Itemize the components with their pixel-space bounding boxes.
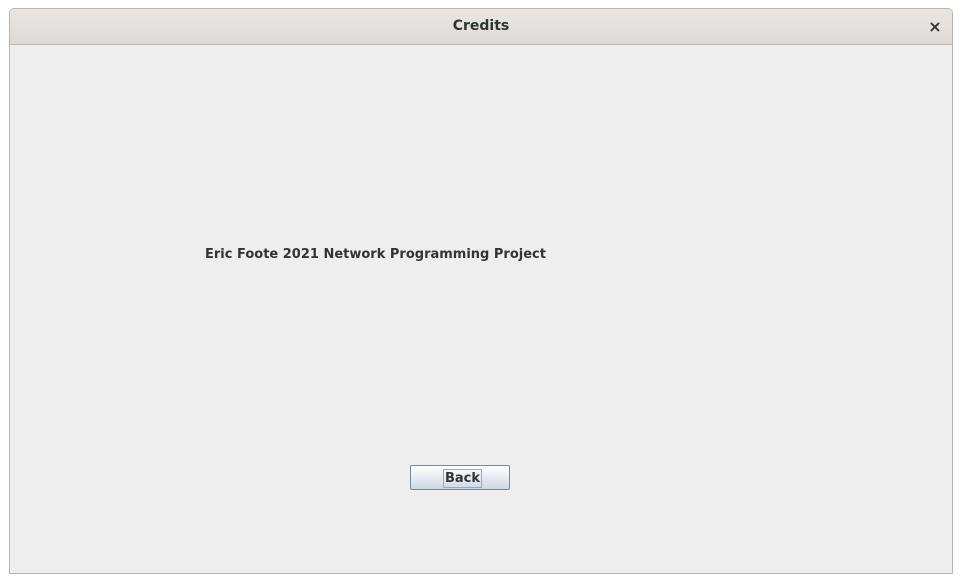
credit-text: Eric Foote 2021 Network Programming Proj…: [205, 247, 546, 262]
title-bar[interactable]: Credits ×: [10, 9, 952, 45]
content-panel: Eric Foote 2021 Network Programming Proj…: [10, 45, 952, 573]
close-icon[interactable]: ×: [924, 16, 946, 38]
back-button-label: Back: [443, 469, 483, 488]
credits-window: Credits × Eric Foote 2021 Network Progra…: [9, 8, 953, 574]
window-title: Credits: [452, 18, 510, 34]
back-button[interactable]: Back: [410, 465, 510, 490]
